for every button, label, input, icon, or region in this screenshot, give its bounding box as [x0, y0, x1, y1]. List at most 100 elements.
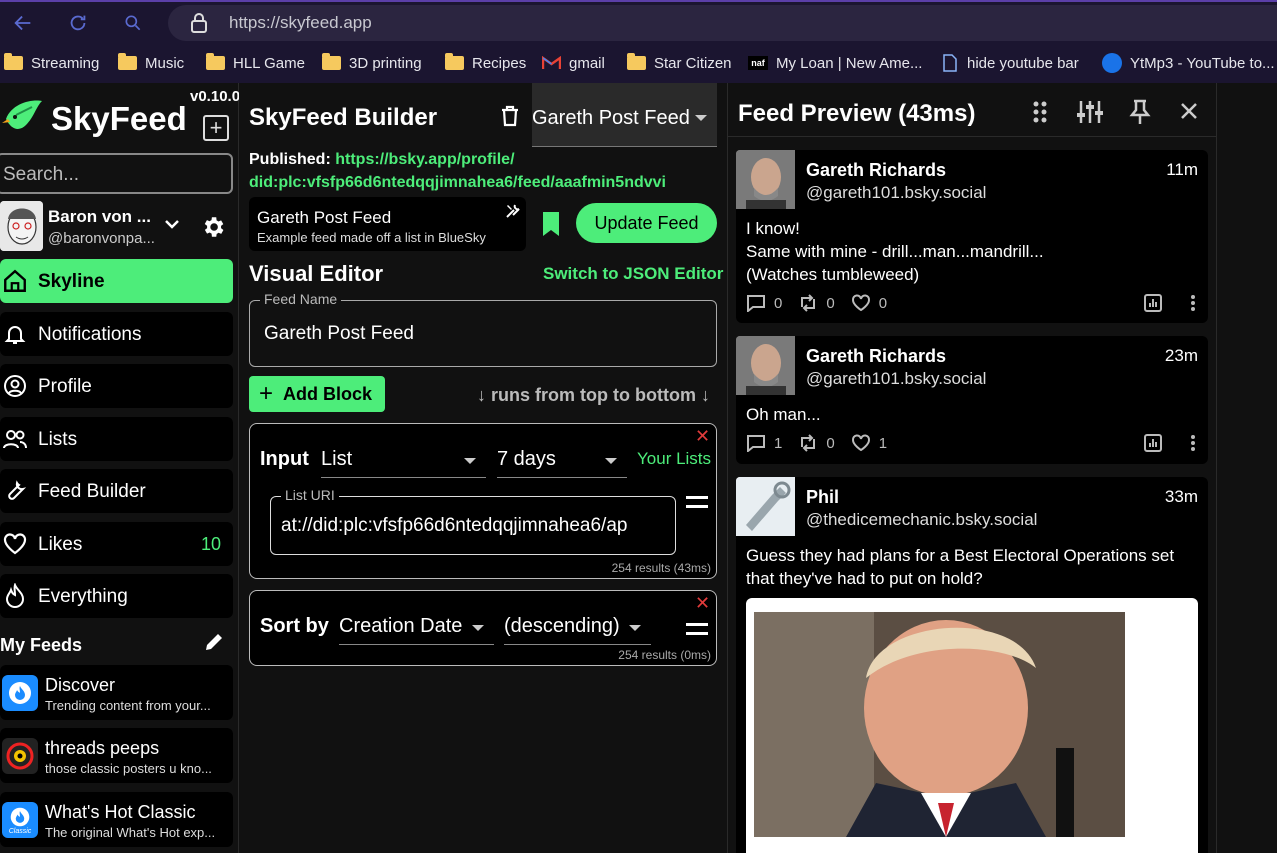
sidebar-item-skyline[interactable]: Skyline: [0, 259, 233, 303]
time-range-select[interactable]: 7 days: [497, 442, 627, 478]
bookmark-hide-youtube-bar[interactable]: hide youtube bar: [943, 52, 1079, 74]
bookmark-hll-game[interactable]: HLL Game: [206, 52, 305, 74]
like-button[interactable]: 1: [851, 434, 887, 452]
avatar[interactable]: [736, 477, 795, 536]
post-card[interactable]: Gareth Richards @gareth101.bsky.social 2…: [736, 336, 1208, 464]
pin-icon[interactable]: [1129, 99, 1151, 130]
whats-hot-classic-feed-icon: Classic: [2, 802, 38, 838]
post-handle[interactable]: @gareth101.bsky.social: [806, 183, 986, 203]
close-icon[interactable]: ✕: [695, 426, 710, 447]
sidebar-item-notifications[interactable]: Notifications: [0, 312, 233, 356]
your-lists-link[interactable]: Your Lists: [637, 449, 711, 469]
drag-handle-icon[interactable]: [686, 623, 708, 635]
switch-json-editor-link[interactable]: Switch to JSON Editor: [543, 264, 723, 284]
new-post-icon[interactable]: +: [203, 115, 229, 141]
visual-editor-heading: Visual Editor: [249, 261, 384, 286]
bookmark-recipes[interactable]: Recipes: [445, 52, 526, 74]
repost-button[interactable]: 0: [798, 294, 835, 312]
feed-select[interactable]: Gareth Post Feed: [532, 83, 717, 147]
tools-icon[interactable]: [505, 203, 521, 224]
people-icon: [2, 426, 28, 452]
like-button[interactable]: 0: [851, 294, 887, 312]
reload-icon[interactable]: [65, 10, 91, 36]
post-handle[interactable]: @gareth101.bsky.social: [806, 369, 986, 389]
gear-icon[interactable]: [200, 214, 226, 245]
more-options-icon[interactable]: [1190, 294, 1196, 312]
reply-button[interactable]: 1: [746, 434, 782, 452]
search-input[interactable]: Search...: [0, 153, 233, 194]
trash-icon[interactable]: [499, 104, 521, 133]
post-text: Guess they had plans for a Best Electora…: [746, 546, 1175, 588]
lock-icon: [190, 13, 208, 38]
sort-direction-select[interactable]: (descending): [504, 609, 651, 645]
bookmarks-bar: Streaming Music HLL Game 3D printing Rec…: [0, 42, 1277, 83]
sidebar-item-likes[interactable]: Likes 10: [0, 522, 233, 566]
sliders-icon[interactable]: [1076, 99, 1104, 130]
user-handle: @baronvonpa...: [48, 230, 155, 247]
post-handle[interactable]: @thedicemechanic.bsky.social: [806, 510, 1037, 530]
bookmark-icon[interactable]: [541, 211, 561, 242]
bookmark-streaming[interactable]: Streaming: [4, 52, 99, 74]
folder-icon: [4, 53, 23, 70]
sidebar-item-lists[interactable]: Lists: [0, 417, 233, 461]
reply-button[interactable]: 0: [746, 294, 782, 312]
sidebar-item-profile[interactable]: Profile: [0, 364, 233, 408]
more-options-icon[interactable]: [1190, 434, 1196, 452]
close-icon[interactable]: ✕: [695, 593, 710, 614]
bookmark-my-loan[interactable]: naf My Loan | New Ame...: [748, 52, 922, 74]
repost-icon: [801, 434, 816, 452]
gmail-icon: [542, 56, 561, 70]
feed-card-description: Example feed made off a list in BlueSky: [257, 230, 486, 245]
post-time: 23m: [1164, 346, 1198, 365]
add-block-button[interactable]: + Add Block: [249, 376, 385, 412]
flame-icon: [2, 583, 28, 609]
search-icon[interactable]: [120, 10, 146, 36]
post-author[interactable]: Gareth Richards: [806, 160, 946, 181]
post-card[interactable]: Phil @thedicemechanic.bsky.social 33m Gu…: [736, 477, 1208, 853]
post-actions: 0 0 0: [746, 294, 903, 312]
drag-handle-icon[interactable]: [686, 496, 708, 508]
drag-dots-icon[interactable]: [1031, 99, 1049, 130]
bookmark-ytmp3[interactable]: YtMp3 - YouTube to...: [1102, 52, 1275, 74]
feed-item-discover[interactable]: Discover Trending content from your...: [0, 665, 233, 720]
published-link-cont[interactable]: did:plc:vfsfp66d6ntedqqjimnahea6/feed/aa…: [249, 174, 666, 191]
bird-logo-icon[interactable]: [2, 95, 46, 144]
post-author[interactable]: Gareth Richards: [806, 346, 946, 367]
bookmark-3d-printing[interactable]: 3D printing: [322, 52, 422, 74]
stats-icon[interactable]: [1144, 294, 1162, 312]
folder-icon: [118, 53, 137, 70]
published-link[interactable]: https://bsky.app/profile/: [335, 151, 514, 168]
post-author[interactable]: Phil: [806, 487, 839, 508]
bookmark-music[interactable]: Music: [118, 52, 184, 74]
feed-item-threads-peeps[interactable]: threads peeps those classic posters u kn…: [0, 728, 233, 783]
list-uri-field[interactable]: List URI at://did:plc:vfsfp66d6ntedqqjim…: [270, 487, 676, 555]
sidebar-item-feed-builder[interactable]: Feed Builder: [0, 469, 233, 513]
post-card[interactable]: Gareth Richards @gareth101.bsky.social 1…: [736, 150, 1208, 323]
chevron-down-icon: [464, 458, 476, 464]
feed-card: Gareth Post Feed Example feed made off a…: [249, 197, 526, 251]
ytmp3-icon: [1102, 53, 1122, 73]
back-icon[interactable]: [10, 10, 36, 36]
edit-pencil-icon[interactable]: [204, 632, 224, 657]
chevron-down-icon[interactable]: [164, 217, 180, 235]
update-feed-button[interactable]: Update Feed: [576, 203, 717, 243]
post-right-actions: [1144, 294, 1196, 312]
feed-item-whats-hot-classic[interactable]: Classic What's Hot Classic The original …: [0, 792, 233, 847]
input-type-select[interactable]: List: [321, 442, 486, 478]
avatar[interactable]: [736, 336, 795, 395]
repost-button[interactable]: 0: [798, 434, 835, 452]
heart-icon: [851, 434, 870, 452]
sidebar-item-everything[interactable]: Everything: [0, 574, 233, 618]
stats-icon[interactable]: [1144, 434, 1162, 452]
avatar[interactable]: [736, 150, 795, 209]
post-image[interactable]: [746, 598, 1198, 853]
close-icon[interactable]: [1179, 101, 1199, 126]
address-bar[interactable]: https://skyfeed.app: [168, 5, 1277, 41]
bookmark-gmail[interactable]: gmail: [542, 52, 605, 74]
bookmark-star-citizen[interactable]: Star Citizen: [627, 52, 732, 74]
heart-icon: [851, 294, 870, 312]
sort-field-select[interactable]: Creation Date: [339, 609, 494, 645]
avatar[interactable]: [0, 201, 43, 251]
feed-name-field[interactable]: Feed Name Gareth Post Feed: [249, 291, 717, 367]
url-text: https://skyfeed.app: [229, 13, 372, 32]
